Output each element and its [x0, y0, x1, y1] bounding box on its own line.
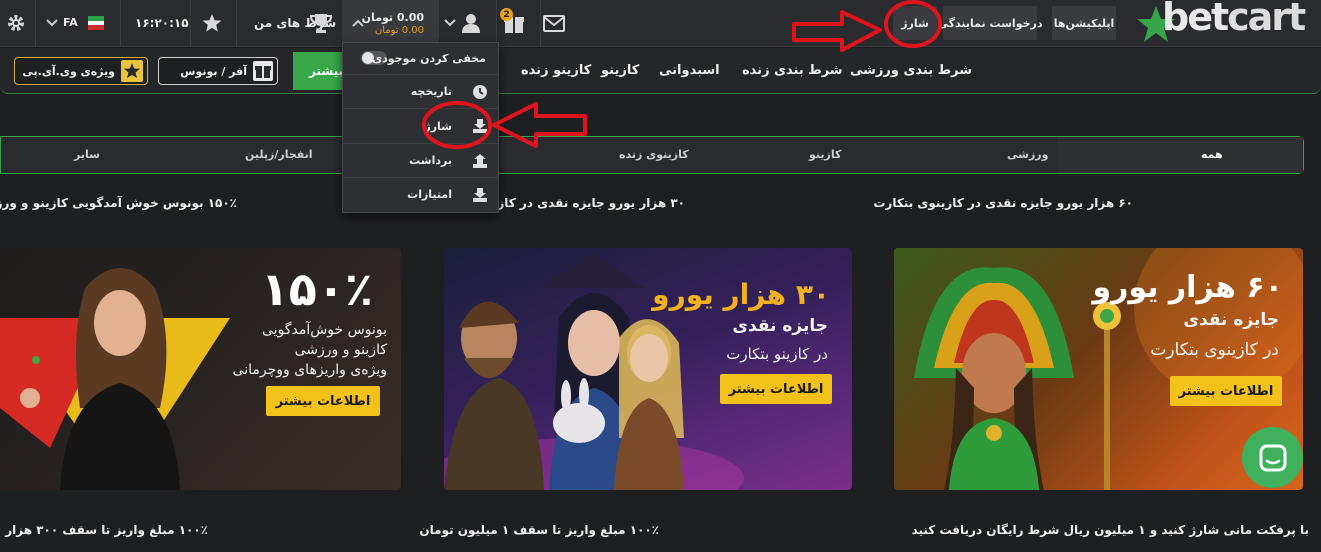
withdraw-label: برداشت: [409, 154, 452, 167]
nav-casino[interactable]: کازینو: [601, 63, 639, 78]
live-chat-button[interactable]: [1242, 427, 1303, 488]
deposit-label: شارژ: [424, 120, 452, 133]
balance-bonus: 0.00 تومان: [374, 25, 424, 36]
promo-footer-3[interactable]: ۱۰۰٪ مبلغ واریز تا سقف ۳۰۰ هزار تومان: [0, 523, 208, 537]
banner-1-line1: جایزه نقدی: [1183, 310, 1279, 330]
main-nav: شرط بندی ورزشی شرط بندی زنده اسبدوانی کا…: [0, 48, 1321, 94]
gear-icon[interactable]: [6, 13, 26, 33]
language-selector[interactable]: FA: [63, 16, 78, 29]
promo-footer-2[interactable]: ۱۰۰٪ مبلغ واریز تا سقف ۱ میلیون تومان: [419, 523, 659, 537]
tab-all[interactable]: همه: [1201, 148, 1223, 161]
tab-casino[interactable]: کازینو: [809, 148, 841, 161]
tab-sports[interactable]: ورزشی: [1007, 148, 1048, 161]
iran-flag-icon: [88, 16, 104, 30]
banner-1-headline: ۶۰ هزار یورو: [1092, 270, 1283, 305]
promo-category-tabs: همه ورزشی کازینو کازینوی زنده انفجار/زپل…: [0, 136, 1304, 174]
bonus-offer-label: آفر / بونوس: [180, 64, 247, 78]
points-download-icon: [473, 188, 487, 202]
banner-3-headline: ۱۵۰٪: [260, 262, 373, 316]
promo-title-2[interactable]: ۳۰ هزار یورو جایزه نقدی در کازینو: [480, 196, 685, 210]
tab-crash-zeppelin[interactable]: انفجار/زپلین: [245, 148, 313, 161]
gift-box-icon: [253, 61, 273, 81]
banner-2-line1: جایزه نقدی: [732, 316, 828, 336]
tab-other[interactable]: سایر: [74, 148, 100, 161]
menu-item-withdraw[interactable]: برداشت: [343, 144, 498, 178]
banner-3-more-info-button[interactable]: اطلاعات بیشتر: [266, 386, 380, 416]
upload-icon: [473, 154, 487, 168]
banner-3-line2: کازینو و ورزشی: [294, 342, 387, 358]
menu-item-deposit[interactable]: شارژ: [343, 109, 498, 144]
betcart-logo[interactable]: betcart: [1136, 0, 1308, 44]
tab-live-casino[interactable]: کازینوی زنده: [619, 148, 689, 161]
chat-icon: [1259, 444, 1287, 472]
notification-badge: 2: [500, 8, 513, 21]
nav-live-casino[interactable]: کازینو زنده: [521, 63, 591, 78]
nav-sports-betting[interactable]: شرط بندی ورزشی: [850, 63, 972, 78]
deposit-button[interactable]: شارژ: [893, 6, 937, 40]
nav-live-betting[interactable]: شرط بندی زنده: [742, 63, 843, 78]
logo-text: betcart: [1162, 0, 1306, 39]
top-bar: betcart اپلیکیشن‌ها درخواست نمایندگی شار…: [0, 0, 1321, 47]
balance-box[interactable]: 0.00 تومان 0.00 تومان: [342, 0, 438, 47]
banner-1-line2: در کازینوی بتکارت: [1150, 340, 1279, 360]
banner-1-more-info-button[interactable]: اطلاعات بیشتر: [1170, 376, 1282, 406]
promo-footer-1[interactable]: با پرفکت مانی شارژ کنید و ۱ میلیون ریال …: [912, 523, 1309, 537]
balance-value: 0.00 تومان: [361, 11, 424, 24]
user-icon[interactable]: [462, 13, 480, 33]
trophy-icon[interactable]: [310, 13, 332, 33]
mail-icon[interactable]: [543, 15, 565, 32]
vip-star-icon: [121, 60, 143, 82]
hide-balance-label: مخفی کردن موجودی: [372, 52, 486, 65]
vip-button[interactable]: ویژه‌ی وی.آی.پی: [14, 57, 148, 85]
bonus-offer-button[interactable]: آفر / بونوس: [158, 57, 278, 85]
clock-icon: [473, 85, 487, 99]
language-chevron-icon[interactable]: [46, 19, 58, 27]
clock: ۱۶:۲۰:۱۵: [135, 16, 189, 30]
points-label: امتیازات: [407, 188, 452, 201]
tab-active-highlight: [1057, 137, 1303, 173]
banner-2-more-info-button[interactable]: اطلاعات بیشتر: [720, 374, 832, 404]
promo-banner-3[interactable]: ۱۵۰٪ بونوس خوش‌آمدگویی کازینو و ورزشی وی…: [0, 248, 401, 490]
menu-item-points[interactable]: امتیازات: [343, 178, 498, 212]
banner-2-line2: در کازینو بتکارت: [726, 345, 828, 363]
download-icon: [473, 119, 487, 133]
vip-label: ویژه‌ی وی.آی.پی: [22, 64, 115, 78]
chevron-down-icon[interactable]: [444, 19, 456, 27]
promo-title-1[interactable]: ۶۰ هزار یورو جایزه نقدی در کازینوی بتکار…: [873, 196, 1133, 210]
agency-request-button[interactable]: درخواست نمایندگی: [938, 6, 1043, 40]
promo-title-3[interactable]: ۱۵۰٪ بونوس خوش آمدگویی کازینو و ورزش: [0, 196, 237, 210]
banner-3-line1: بونوس خوش‌آمدگویی: [262, 322, 387, 338]
balance-dropdown-menu: مخفی کردن موجودی تاریخچه شارژ برداشت امت…: [342, 42, 499, 213]
banner-2-headline: ۳۰ هزار یورو: [652, 278, 830, 311]
more-button[interactable]: بیشتر: [293, 52, 343, 90]
nav-horse-racing[interactable]: اسبدوانی: [659, 63, 720, 78]
hide-balance-row[interactable]: مخفی کردن موجودی: [343, 43, 498, 75]
menu-item-history[interactable]: تاریخچه: [343, 75, 498, 109]
star-icon[interactable]: [202, 13, 222, 33]
history-label: تاریخچه: [410, 85, 452, 98]
banner-3-line3: ویژه‌ی واریزهای ووچرمانی: [232, 362, 387, 378]
promo-banner-2[interactable]: ۳۰ هزار یورو جایزه نقدی در کازینو بتکارت…: [444, 248, 852, 490]
applications-button[interactable]: اپلیکیشن‌ها: [1052, 6, 1116, 40]
